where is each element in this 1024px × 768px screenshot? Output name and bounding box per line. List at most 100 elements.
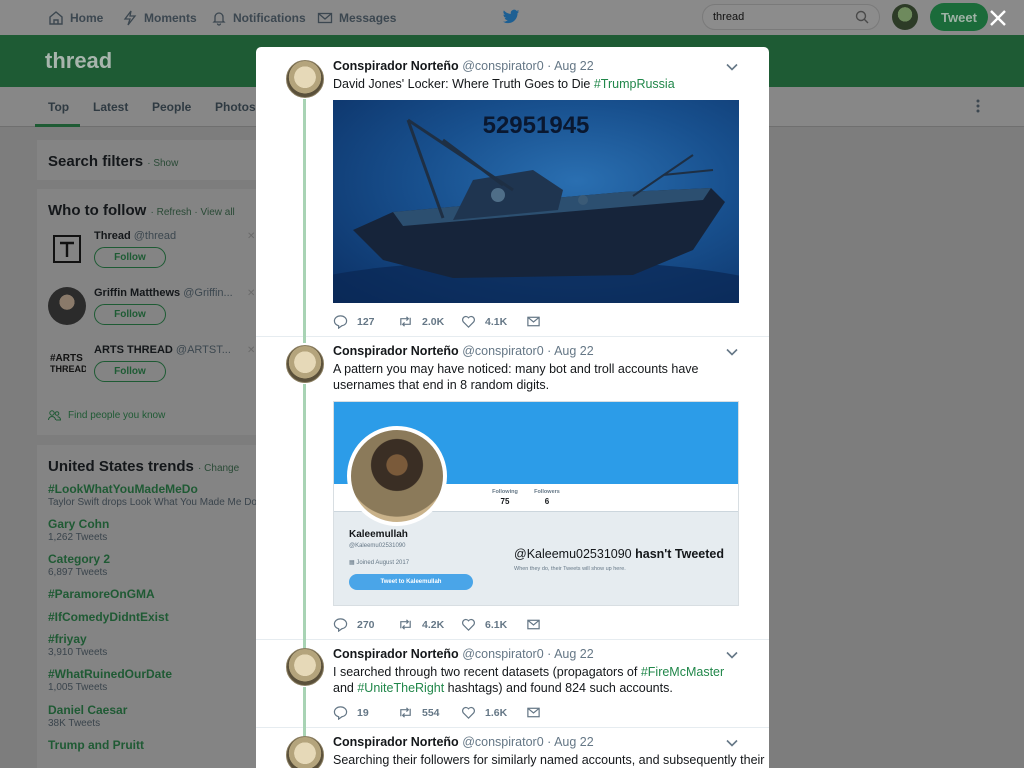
search-input[interactable]: thread	[702, 4, 880, 30]
direct-message-action[interactable]	[526, 314, 541, 329]
reply-action[interactable]: 270	[333, 617, 375, 632]
follow-button[interactable]: Follow	[94, 247, 166, 268]
chevron-down-icon[interactable]	[726, 348, 738, 356]
like-action[interactable]: 4.1K	[461, 314, 507, 329]
like-action[interactable]: 6.1K	[461, 617, 507, 632]
dismiss-icon[interactable]: ✕	[247, 288, 255, 299]
direct-message-action[interactable]	[526, 617, 541, 632]
nav-moments[interactable]: Moments	[122, 0, 197, 35]
followers-value: 6	[544, 497, 550, 506]
follow-button[interactable]: Follow	[94, 304, 166, 325]
nav-notifications[interactable]: Notifications	[211, 0, 306, 35]
tweet-header: Conspirador Norteño @conspirator0 · Aug …	[333, 647, 594, 661]
hashtag-link[interactable]: #UniteTheRight	[357, 681, 444, 695]
reply-action[interactable]: 127	[333, 314, 375, 329]
who-to-follow-heading: Who to follow	[48, 202, 147, 219]
lightning-icon	[123, 10, 137, 25]
trend-item[interactable]: #IfComedyDidntExist	[48, 610, 169, 624]
wtf-handle-1: @thread	[133, 230, 177, 242]
chevron-down-icon[interactable]	[726, 739, 738, 747]
wtf-account-2[interactable]: Griffin Matthews @Griffin...	[94, 287, 233, 299]
direct-message-action[interactable]	[526, 705, 541, 720]
trend-item[interactable]: #WhatRuinedOurDate 1,005 Tweets	[48, 667, 172, 693]
thread-logo-icon[interactable]	[48, 230, 86, 268]
author-name[interactable]: Conspirador Norteño	[333, 647, 459, 661]
trend-item[interactable]: #friyay 3,910 Tweets	[48, 632, 107, 658]
trend-name: #ParamoreOnGMA	[48, 587, 155, 601]
nav-messages[interactable]: Messages	[317, 0, 396, 35]
dismiss-icon[interactable]: ✕	[247, 231, 255, 242]
follow-button[interactable]: Follow	[94, 361, 166, 382]
tweet-image-shipwreck[interactable]: 52951945	[333, 100, 739, 303]
trend-item[interactable]: #LookWhatYouMadeMeDo Taylor Swift drops L…	[48, 482, 257, 508]
tab-top[interactable]: Top	[48, 100, 69, 114]
tweet-button[interactable]: Tweet	[930, 3, 988, 31]
retweet-action[interactable]: 4.2K	[398, 617, 444, 632]
search-filters-show-link[interactable]: · Show	[147, 158, 178, 169]
svg-text:#ARTS: #ARTS	[50, 353, 83, 364]
profile-empty-handle: @Kaleemu02531090	[514, 547, 632, 561]
retweet-count: 554	[422, 706, 440, 719]
image-overlay-number: 52951945	[482, 112, 590, 139]
tweet-header: Conspirador Norteño @conspirator0 · Aug …	[333, 344, 594, 358]
wtf-account-3[interactable]: ARTS THREAD @ARTST...	[94, 344, 231, 356]
trend-item[interactable]: Trump and Pruitt	[48, 738, 144, 752]
hashtag-link[interactable]: #TrumpRussia	[594, 77, 675, 91]
bell-icon	[212, 11, 226, 26]
trend-item[interactable]: Gary Cohn 1,262 Tweets	[48, 517, 109, 543]
reply-icon	[333, 618, 348, 632]
chevron-down-icon[interactable]	[726, 63, 738, 71]
user-avatar[interactable]	[892, 4, 918, 30]
trends-change-link[interactable]: · Change	[198, 463, 239, 474]
nav-home[interactable]: Home	[48, 0, 103, 35]
tweet-text: Searching their followers for similarly …	[333, 753, 765, 767]
tweet-header: Conspirador Norteño @conspirator0 · Aug …	[333, 59, 594, 73]
retweet-action[interactable]: 554	[398, 705, 440, 720]
author-name[interactable]: Conspirador Norteño	[333, 344, 459, 358]
more-options-icon[interactable]	[975, 98, 981, 114]
wtf-account-1[interactable]: Thread @thread	[94, 230, 176, 242]
author-name[interactable]: Conspirador Norteño	[333, 59, 459, 73]
search-filters-heading: Search filters	[48, 153, 144, 170]
tab-people[interactable]: People	[152, 100, 191, 114]
author-meta[interactable]: @conspirator0 · Aug 22	[462, 344, 594, 358]
author-avatar[interactable]	[286, 345, 324, 383]
search-filters-title: Search filters · Show	[48, 153, 178, 170]
envelope-icon	[527, 316, 540, 327]
tweet-text-part: and	[333, 681, 358, 695]
arts-thread-logo-icon[interactable]: #ARTSTHREAD	[48, 344, 86, 382]
chevron-down-icon[interactable]	[726, 651, 738, 659]
like-action[interactable]: 1.6K	[461, 705, 507, 720]
who-to-follow-links[interactable]: · Refresh · View all	[150, 207, 234, 218]
author-avatar[interactable]	[286, 60, 324, 98]
author-avatar[interactable]	[286, 648, 324, 686]
trend-item[interactable]: #ParamoreOnGMA	[48, 587, 155, 601]
tweet-text-part: hashtags) and found 824 such accounts.	[444, 681, 673, 695]
trend-sub: 6,897 Tweets	[48, 567, 108, 578]
author-meta[interactable]: @conspirator0 · Aug 22	[462, 59, 594, 73]
author-name[interactable]: Conspirador Norteño	[333, 735, 459, 749]
hashtag-link[interactable]: #FireMcMaster	[641, 665, 724, 679]
tweet-image-profile-screenshot[interactable]: Following 75 Followers 6 Kaleemullah @Ka…	[333, 401, 739, 606]
reply-action[interactable]: 19	[333, 705, 369, 720]
tab-latest[interactable]: Latest	[93, 100, 128, 114]
find-people-link[interactable]: Find people you know	[48, 410, 165, 421]
search-icon[interactable]	[855, 10, 869, 24]
author-meta[interactable]: @conspirator0 · Aug 22	[462, 735, 594, 749]
profile-joined-text: Joined August 2017	[356, 560, 410, 566]
trend-item[interactable]: Category 2 6,897 Tweets	[48, 552, 110, 578]
author-avatar[interactable]	[286, 736, 324, 768]
dismiss-icon[interactable]: ✕	[247, 345, 255, 356]
close-icon[interactable]	[988, 8, 1008, 28]
profile-empty-headline: @Kaleemu02531090 hasn't Tweeted	[514, 547, 724, 561]
reply-icon	[333, 706, 348, 720]
like-count: 4.1K	[485, 315, 508, 328]
twitter-bird-icon[interactable]	[502, 9, 520, 25]
retweet-action[interactable]: 2.0K	[398, 314, 444, 329]
envelope-icon	[527, 619, 540, 630]
trend-item[interactable]: Daniel Caesar 38K Tweets	[48, 703, 127, 729]
wtf-avatar-2[interactable]	[48, 287, 86, 325]
author-meta[interactable]: @conspirator0 · Aug 22	[462, 647, 594, 661]
tab-photos[interactable]: Photos	[215, 100, 256, 114]
nav-messages-label: Messages	[339, 10, 397, 25]
